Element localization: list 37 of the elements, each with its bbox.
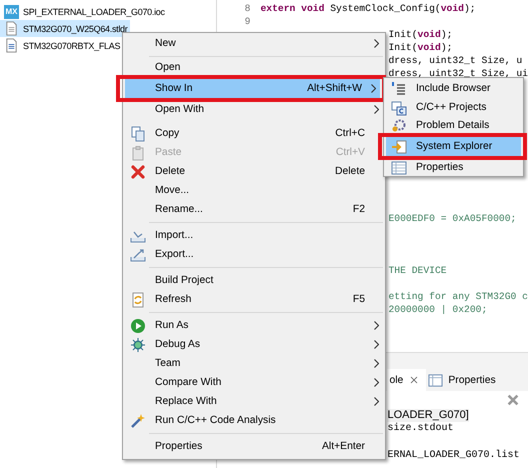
file-item[interactable]: STM32G070RBTX_FLAS [0, 37, 124, 54]
menu-item[interactable]: Show In Alt+Shift+W [125, 79, 380, 98]
menu-item[interactable]: Open [125, 60, 383, 75]
menu-item[interactable]: Properties Alt+Enter [125, 437, 383, 456]
menu-item[interactable]: System Explorer [386, 136, 521, 156]
file-item[interactable]: MX SPI_EXTERNAL_LOADER_G070.ioc [0, 3, 168, 20]
line-number: 9 [244, 15, 250, 28]
line-number: 8 [244, 2, 250, 16]
menu-item[interactable]: Delete Delete [125, 162, 383, 181]
menu-item[interactable]: Build Project [125, 271, 383, 290]
menu-item[interactable]: Compare With [125, 373, 383, 392]
menu-item[interactable]: Copy Ctrl+C [125, 124, 383, 143]
file-item[interactable]: STM32G070_W25Q64.stldr [0, 20, 130, 37]
panel-tab[interactable]: Properties [426, 369, 502, 391]
code-line: dress, uint32_t Size, ui [388, 67, 528, 81]
console-line: ERNAL_LOADER_G070.list [387, 448, 520, 462]
code-line: E000EDF0 = 0xA05F0000; [388, 212, 516, 225]
code-line: dress, uint32_t Size, u [388, 54, 522, 68]
menu-item[interactable]: Replace With [125, 392, 383, 411]
menu-item[interactable]: Run As [125, 316, 383, 335]
code-line: 20000000 | 0x200; [388, 303, 488, 316]
code-line: extern void SystemClock_Config(void); [260, 2, 476, 16]
menu-item[interactable]: Include Browser [386, 79, 521, 98]
menu-item[interactable]: Properties [386, 160, 521, 176]
menu-item[interactable]: Team [125, 354, 383, 373]
code-line: Init(void); [388, 28, 452, 42]
console-line: size.stdout [387, 422, 454, 436]
file-badge-icon: MX [4, 4, 19, 18]
code-line: Init(void); [388, 41, 452, 54]
menu-item[interactable]: Problem Details [386, 118, 521, 133]
panel-tab[interactable]: ole [387, 369, 426, 391]
menu-item[interactable]: Import... [125, 226, 383, 245]
menu-item[interactable]: Move... [125, 181, 383, 200]
code-line: THE DEVICE [388, 264, 447, 277]
menu-item[interactable]: C/C++ Projects [386, 98, 521, 118]
code-line: etting for any STM32G0 c [388, 290, 528, 304]
menu-item[interactable]: Debug As [125, 335, 383, 354]
